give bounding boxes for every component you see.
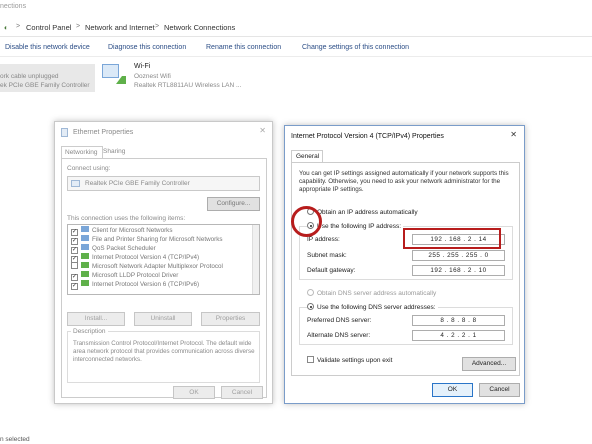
adapter-status: ork cable unplugged (0, 73, 59, 80)
close-icon[interactable]: ✕ (259, 126, 266, 135)
diagnose-connection-button[interactable]: Diagnose this connection (108, 44, 186, 51)
ok-button[interactable]: OK (432, 383, 473, 397)
rename-connection-button[interactable]: Rename this connection (206, 44, 281, 51)
dialog-title: Internet Protocol Version 4 (TCP/IPv4) P… (291, 133, 444, 140)
checkbox[interactable]: ✓ (71, 283, 78, 290)
ip-address-label: IP address: (307, 236, 340, 243)
items-label: This connection uses the following items… (67, 215, 186, 222)
cancel-button[interactable]: Cancel (479, 383, 520, 397)
ethernet-properties-dialog: Ethernet Properties ✕ Networking Sharing… (54, 121, 273, 404)
list-item[interactable]: ✓ File and Printer Sharing for Microsoft … (71, 235, 223, 245)
wifi-signal-icon (116, 76, 126, 84)
component-icon (81, 253, 89, 259)
highlight-circle (291, 206, 322, 237)
tab-general[interactable]: General (291, 150, 323, 162)
component-icon (81, 235, 89, 241)
breadcrumb-network-connections[interactable]: Network Connections (164, 23, 235, 32)
close-icon[interactable]: ✕ (510, 130, 517, 139)
alternate-dns-field[interactable]: 4 . 2 . 2 . 1 (412, 330, 505, 341)
adapter-field: Realtek PCIe GBE Family Controller (67, 176, 260, 191)
breadcrumb-control-panel[interactable]: Control Panel (26, 23, 71, 32)
obtain-ip-auto-radio[interactable]: Obtain an IP address automatically (307, 208, 418, 216)
adapter-device: ek PCIe GBE Family Controller (0, 82, 90, 89)
command-bar: Disable this network device Diagnose thi… (0, 39, 592, 57)
description-title: Description (71, 328, 108, 335)
list-item[interactable]: ✓ QoS Packet Scheduler (71, 244, 156, 254)
adapter-name: Wi-Fi (134, 63, 151, 70)
network-adapter-icon (71, 180, 80, 187)
checkbox[interactable] (307, 356, 314, 363)
advanced-button[interactable]: Advanced... (462, 357, 516, 371)
scrollbar[interactable] (252, 225, 259, 294)
radio[interactable] (307, 289, 314, 296)
list-item[interactable]: Microsoft Network Adapter Multiplexor Pr… (71, 262, 223, 271)
validate-settings-checkbox[interactable]: Validate settings upon exit (307, 356, 392, 364)
checkbox[interactable] (71, 262, 78, 269)
connect-using-label: Connect using: (67, 165, 111, 172)
list-item[interactable]: ✓ Client for Microsoft Networks (71, 226, 172, 236)
window-title: nections (0, 3, 27, 10)
default-gateway-label: Default gateway: (307, 267, 356, 274)
components-list[interactable]: ✓ Client for Microsoft Networks ✓ File and… (67, 224, 260, 295)
component-icon (81, 226, 89, 232)
default-gateway-field[interactable]: 192 . 168 . 2 . 10 (412, 265, 505, 276)
ok-button[interactable]: OK (173, 386, 215, 399)
component-icon (81, 262, 89, 268)
description-text: Transmission Control Protocol/Internet P… (73, 340, 255, 363)
cancel-button[interactable]: Cancel (221, 386, 263, 399)
dialog-title: Ethernet Properties (73, 129, 134, 136)
breadcrumb-separator: > (16, 23, 21, 30)
preferred-dns-field[interactable]: 8 . 8 . 8 . 8 (412, 315, 505, 326)
list-item[interactable]: ✓ Microsoft LLDP Protocol Driver (71, 271, 178, 281)
adapter-status: Ooznest Wifi (134, 73, 171, 80)
list-item[interactable]: ✓ Internet Protocol Version 6 (TCP/IPv6) (71, 280, 199, 290)
configure-button[interactable]: Configure... (207, 197, 260, 211)
adapter-device: Realtek RTL8811AU Wireless LAN ... (134, 82, 242, 89)
list-item[interactable]: ✓ Internet Protocol Version 4 (TCP/IPv4) (71, 253, 199, 263)
radio[interactable] (307, 303, 314, 310)
breadcrumb-separator: > (76, 23, 81, 30)
control-panel-icon: ◐ (4, 23, 9, 32)
change-settings-button[interactable]: Change settings of this connection (302, 44, 409, 51)
tab-sharing[interactable]: Sharing (103, 148, 125, 155)
address-bar[interactable]: ◐ > Control Panel > Network and Internet… (0, 19, 592, 37)
component-icon (81, 244, 89, 250)
subnet-mask-label: Subnet mask: (307, 252, 347, 259)
adapter-ethernet[interactable]: ork cable unplugged ek PCIe GBE Family C… (0, 64, 95, 92)
disable-device-button[interactable]: Disable this network device (5, 44, 90, 51)
component-icon (81, 280, 89, 286)
status-bar: n selected (0, 436, 30, 443)
ipv4-properties-dialog: Internet Protocol Version 4 (TCP/IPv4) P… (284, 125, 525, 404)
breadcrumb-separator: > (155, 23, 160, 30)
preferred-dns-label: Preferred DNS server: (307, 317, 372, 324)
component-icon (81, 271, 89, 277)
breadcrumb-network-internet[interactable]: Network and Internet (85, 23, 155, 32)
tab-networking[interactable]: Networking (61, 146, 103, 158)
ethernet-icon (61, 128, 68, 137)
adapter-wifi[interactable]: Wi-Fi Ooznest Wifi Realtek RTL8811AU Wir… (102, 62, 277, 92)
intro-text: You can get IP settings assigned automat… (299, 170, 509, 193)
obtain-dns-auto-radio[interactable]: Obtain DNS server address automatically (307, 289, 436, 297)
uninstall-button[interactable]: Uninstall (134, 312, 192, 326)
alternate-dns-label: Alternate DNS server: (307, 332, 371, 339)
install-button[interactable]: Install... (67, 312, 125, 326)
subnet-mask-field[interactable]: 255 . 255 . 255 . 0 (412, 250, 505, 261)
properties-button[interactable]: Properties (201, 312, 260, 326)
highlight-box (403, 228, 501, 249)
use-following-dns-radio[interactable]: Use the following DNS server addresses: (307, 303, 438, 311)
